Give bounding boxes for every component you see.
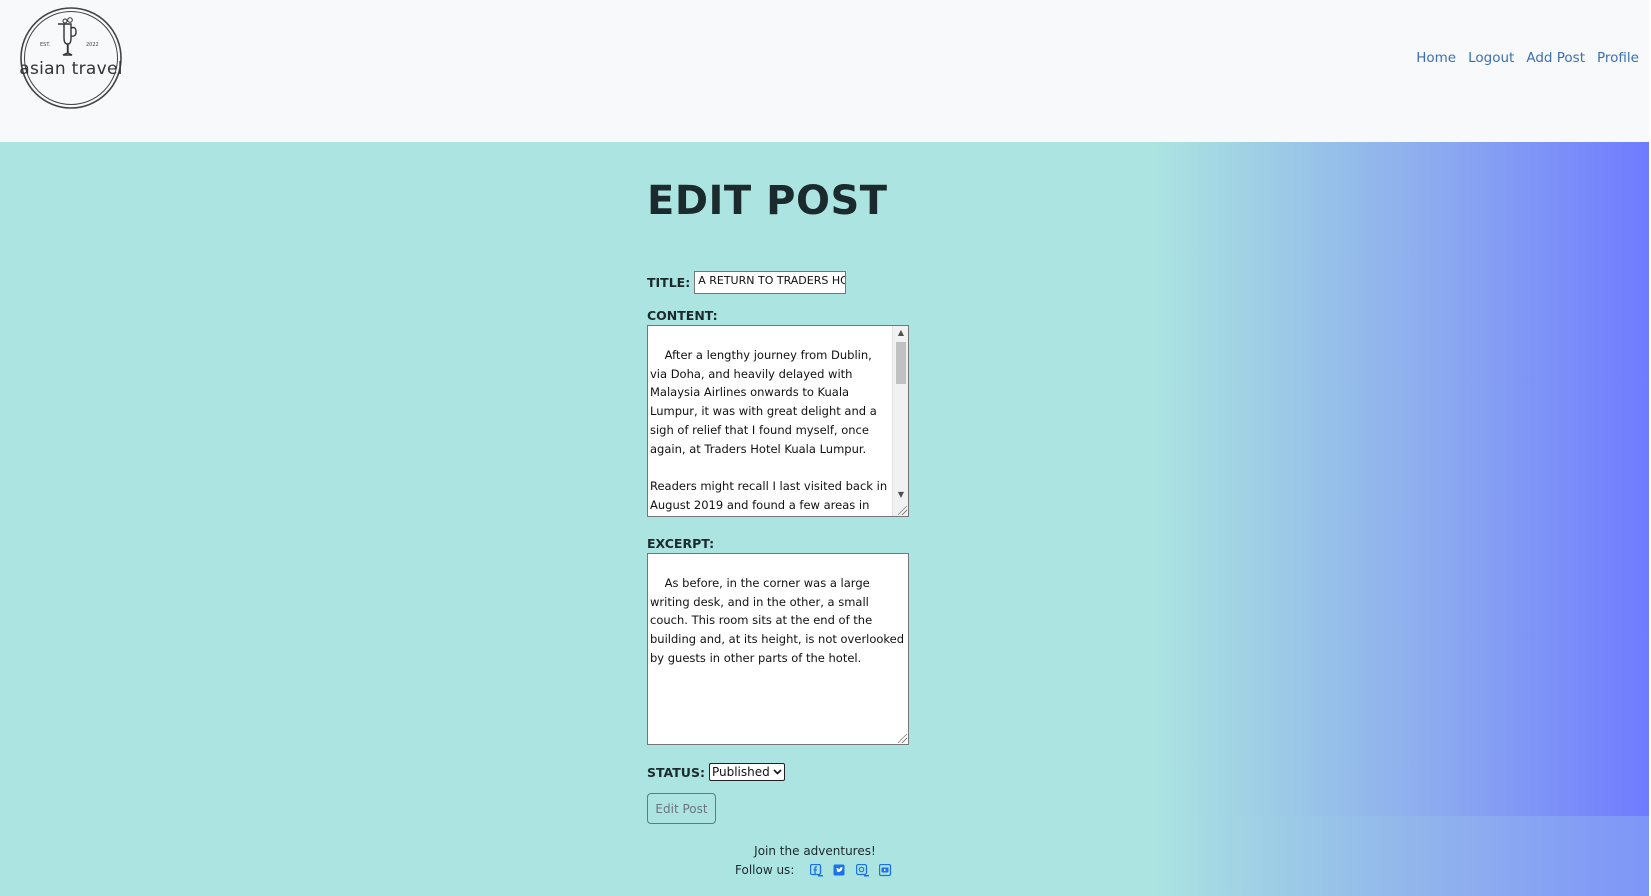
logo-est: EST. — [40, 42, 51, 48]
nav-profile-link[interactable]: Profile — [1597, 50, 1639, 66]
content-label: CONTENT: — [647, 308, 718, 323]
navbar: EST. 2022 asian travel Home Logout Add P… — [0, 0, 1649, 142]
scroll-thumb[interactable] — [896, 342, 906, 384]
twitter-icon[interactable] — [833, 864, 846, 877]
instagram-icon[interactable] — [856, 863, 870, 877]
main-content: EDIT POST TITLE: A RETURN TO TRADERS HOT… — [0, 142, 1649, 896]
content-text: After a lengthy journey from Dublin, via… — [650, 347, 888, 513]
main-nav: Home Logout Add Post Profile — [1416, 50, 1639, 66]
title-input[interactable]: A RETURN TO TRADERS HOTEL — [694, 271, 847, 294]
page-title: EDIT POST — [647, 178, 888, 224]
follow-label: Follow us: — [735, 863, 795, 877]
logo-emblem: EST. 2022 asian travel — [19, 7, 123, 109]
youtube-icon[interactable] — [879, 863, 892, 877]
social-links — [810, 863, 892, 877]
footer-follow: Follow us: — [735, 863, 892, 877]
edit-post-button[interactable]: Edit Post — [647, 793, 716, 824]
status-value: Published — [711, 765, 770, 779]
facebook-icon[interactable] — [810, 863, 824, 877]
site-logo[interactable]: EST. 2022 asian travel — [18, 6, 124, 110]
footer-join-text: Join the adventures! — [754, 844, 876, 858]
content-scrollbar[interactable]: ▲ ▼ — [892, 326, 908, 516]
nav-logout-link[interactable]: Logout — [1468, 50, 1514, 66]
content-textarea[interactable]: After a lengthy journey from Dublin, via… — [647, 325, 909, 517]
excerpt-label: EXCERPT: — [647, 536, 715, 551]
status-label: STATUS: — [647, 764, 705, 780]
excerpt-textarea[interactable]: As before, in the corner was a large wri… — [647, 553, 909, 745]
chevron-down-icon — [773, 769, 782, 775]
scroll-up-icon[interactable]: ▲ — [893, 326, 908, 340]
excerpt-text: As before, in the corner was a large wri… — [650, 575, 908, 665]
resize-grip-icon[interactable] — [898, 506, 907, 515]
title-row: TITLE: A RETURN TO TRADERS HOTEL — [647, 271, 847, 294]
logo-text: asian travel — [19, 59, 123, 79]
title-label: TITLE: — [647, 275, 691, 290]
scroll-down-icon[interactable]: ▼ — [893, 488, 908, 502]
nav-add-post-link[interactable]: Add Post — [1526, 50, 1585, 66]
logo-year: 2022 — [86, 42, 99, 48]
status-select[interactable]: Published — [708, 763, 785, 781]
resize-grip-icon[interactable] — [898, 734, 907, 743]
nav-home-link[interactable]: Home — [1416, 50, 1456, 66]
status-row: STATUS: Published — [647, 763, 785, 781]
